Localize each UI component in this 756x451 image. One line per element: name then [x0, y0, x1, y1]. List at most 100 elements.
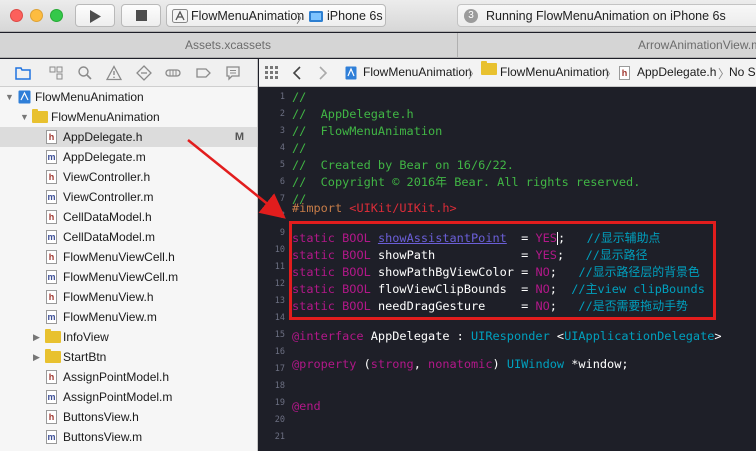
tree-row-file[interactable]: m FlowMenuViewCell.m — [0, 267, 257, 287]
tree-row-label: FlowMenuView.m — [63, 310, 157, 324]
tab-arrow-animation-view[interactable]: ArrowAnimationView.m — [457, 33, 756, 57]
line-number: 5 — [279, 160, 285, 170]
close-window-button[interactable] — [10, 9, 23, 22]
activity-viewer: 3 Running FlowMenuAnimation on iPhone 6s — [457, 4, 756, 27]
property-keyword: @property — [292, 357, 357, 371]
tree-row-file[interactable]: m FlowMenuView.m — [0, 307, 257, 327]
code-line-interface: @interface AppDelegate : UIResponder <UI… — [292, 329, 722, 343]
forward-arrow-icon[interactable] — [318, 66, 328, 80]
line-number: 16 — [274, 347, 285, 357]
code-comment: // FlowMenuAnimation — [292, 124, 443, 138]
issue-navigator-icon[interactable] — [106, 65, 122, 81]
tree-row-file[interactable]: m ViewController.m — [0, 187, 257, 207]
tree-row-file[interactable]: m AssignPointModel.m — [0, 387, 257, 407]
zoom-window-button[interactable] — [50, 9, 63, 22]
breakpoint-navigator-icon[interactable] — [195, 65, 211, 81]
find-navigator-icon[interactable] — [77, 65, 93, 81]
line-number: 21 — [274, 432, 285, 442]
line-number: 1 — [279, 92, 285, 102]
tree-row-label: AssignPointModel.h — [63, 370, 170, 384]
jump-bar-separator-icon: 〉 — [605, 67, 618, 81]
line-number: 9 — [279, 228, 285, 238]
play-icon — [90, 10, 101, 23]
related-items-icon[interactable] — [265, 66, 279, 80]
line-number: 17 — [274, 364, 285, 374]
implementation-file-icon: m — [46, 270, 57, 284]
line-number: 2 — [279, 109, 285, 119]
line-number: 20 — [274, 415, 285, 425]
tree-row-label: ViewController.h — [63, 170, 151, 184]
xcode-project-icon — [345, 66, 357, 80]
disclosure-closed-icon[interactable]: ▶ — [33, 327, 43, 347]
project-navigator: ▼ FlowMenuAnimation ▼ FlowMenuAnimation … — [0, 59, 258, 451]
header-file-icon: h — [46, 210, 57, 224]
tree-row-file[interactable]: h AssignPointModel.h — [0, 367, 257, 387]
tree-row-folder[interactable]: ▶ StartBtn — [0, 347, 257, 367]
code-comment: // AppDelegate.h — [292, 107, 414, 121]
header-file-icon: h — [46, 130, 57, 144]
line-number: 10 — [274, 245, 285, 255]
tree-row-file[interactable]: h ViewController.h — [0, 167, 257, 187]
tree-row-label: FlowMenuAnimation — [35, 90, 144, 104]
disclosure-open-icon[interactable]: ▼ — [20, 107, 30, 127]
tree-row-label: FlowMenuViewCell.h — [63, 250, 175, 264]
activity-status-text: Running FlowMenuAnimation on iPhone 6s — [486, 9, 726, 23]
tab-assets[interactable]: Assets.xcassets — [0, 33, 456, 57]
code-comment: // Created by Bear on 16/6/22. — [292, 158, 514, 172]
scheme-selector[interactable]: FlowMenuAnimation 〉 iPhone 6s — [166, 4, 386, 27]
tree-row-file[interactable]: h CellDataModel.h — [0, 207, 257, 227]
disclosure-open-icon[interactable]: ▼ — [5, 87, 15, 107]
project-navigator-icon[interactable] — [15, 65, 31, 81]
minimize-window-button[interactable] — [30, 9, 43, 22]
tree-row-group[interactable]: ▼ FlowMenuAnimation — [0, 107, 257, 127]
interface-keyword: @interface — [292, 329, 364, 343]
tree-row-project[interactable]: ▼ FlowMenuAnimation — [0, 87, 257, 107]
scheme-separator-icon: 〉 — [296, 12, 309, 26]
test-navigator-icon[interactable] — [136, 65, 152, 81]
highlight-box-annotation — [289, 221, 716, 320]
property-attribute: strong — [370, 357, 414, 371]
back-arrow-icon[interactable] — [292, 66, 302, 80]
line-number: 11 — [274, 262, 285, 272]
code-line-import: #import <UIKit/UIKit.h> — [292, 200, 457, 217]
line-number: 7 — [279, 194, 285, 204]
line-number: 6 — [279, 177, 285, 187]
stop-icon — [136, 10, 147, 21]
tree-row-file[interactable]: m AppDelegate.m — [0, 147, 257, 167]
tree-row-file[interactable]: h ButtonsView.h — [0, 407, 257, 427]
jump-bar-selection[interactable]: No Se — [729, 65, 756, 79]
code-comment: // — [292, 141, 307, 155]
line-number-gutter: 1 2 3 4 5 6 7 8 9 10 11 12 13 14 15 16 1… — [259, 88, 287, 451]
jump-bar-file[interactable]: AppDelegate.h — [637, 65, 716, 79]
implementation-file-icon: m — [46, 230, 57, 244]
interface-name: AppDelegate — [370, 329, 450, 343]
tree-row-label: AppDelegate.h — [63, 130, 143, 144]
folder-icon — [45, 329, 61, 343]
line-number: 13 — [274, 296, 285, 306]
line-number: 15 — [274, 330, 285, 340]
report-navigator-icon[interactable] — [225, 65, 241, 81]
tree-row-file[interactable]: m CellDataModel.m — [0, 227, 257, 247]
disclosure-closed-icon[interactable]: ▶ — [33, 347, 43, 367]
scheme-target-label: FlowMenuAnimation — [191, 9, 305, 23]
code-line-end: @end — [292, 399, 321, 413]
run-button[interactable] — [75, 4, 115, 27]
debug-navigator-icon[interactable] — [165, 65, 181, 81]
import-directive: #import — [292, 201, 343, 215]
implementation-file-icon: m — [46, 390, 57, 404]
line-number: 3 — [279, 126, 285, 136]
tree-row-file[interactable]: h FlowMenuViewCell.h — [0, 247, 257, 267]
tree-row-folder[interactable]: ▶ InfoView — [0, 327, 257, 347]
stop-button[interactable] — [121, 4, 161, 27]
tree-row-file[interactable]: m ButtonsView.m — [0, 427, 257, 447]
tree-row-file[interactable]: h FlowMenuView.h — [0, 287, 257, 307]
symbol-navigator-icon[interactable] — [48, 65, 64, 81]
property-type: UIWindow — [506, 357, 565, 371]
tree-row-label: ViewController.m — [63, 190, 154, 204]
scheme-device-label: iPhone 6s — [327, 9, 383, 23]
jump-bar-project[interactable]: FlowMenuAnimation — [363, 65, 472, 79]
protocol-name: UIApplicationDelegate — [564, 329, 715, 343]
header-file-icon: h — [619, 66, 630, 80]
jump-bar-group[interactable]: FlowMenuAnimation — [500, 65, 609, 79]
tree-row-file[interactable]: h AppDelegate.h M — [0, 127, 257, 147]
